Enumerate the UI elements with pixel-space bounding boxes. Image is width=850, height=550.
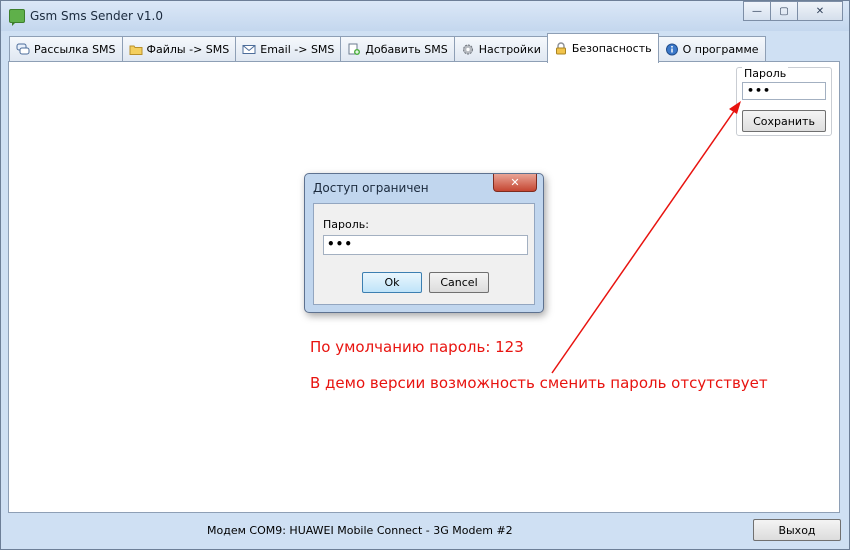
dialog-close-button[interactable]: ✕ — [493, 174, 537, 192]
lock-icon — [554, 42, 568, 55]
app-sms-icon — [9, 9, 25, 26]
tab-strip: Рассылка SMS Файлы -> SMS Email -> SMS Д… — [9, 33, 766, 63]
tab-mass-sms[interactable]: Рассылка SMS — [9, 36, 123, 62]
envelope-icon — [242, 43, 256, 56]
folder-icon — [129, 43, 143, 56]
tab-email-sms[interactable]: Email -> SMS — [235, 36, 342, 62]
tab-security[interactable]: Безопасность — [546, 33, 659, 63]
modem-status: Модем COM9: HUAWEI Mobile Connect - 3G M… — [207, 524, 513, 537]
minimize-button[interactable]: — — [743, 1, 771, 21]
tab-label: Настройки — [478, 43, 541, 56]
dialog-password-label: Пароль: — [323, 218, 369, 231]
tab-files-sms[interactable]: Файлы -> SMS — [121, 36, 237, 62]
cancel-button[interactable]: Cancel — [429, 272, 489, 293]
password-legend: Пароль — [742, 67, 789, 80]
tab-label: Файлы -> SMS — [146, 43, 230, 56]
chat-bubbles-icon — [16, 43, 30, 56]
exit-button[interactable]: Выход — [753, 519, 841, 541]
tab-label: О программе — [682, 43, 759, 56]
dialog-title: Доступ ограничен — [313, 181, 429, 195]
tab-about[interactable]: О программе — [657, 36, 766, 62]
tab-label: Добавить SMS — [365, 43, 448, 56]
dialog-body: Пароль: ••• Ok Cancel — [313, 203, 535, 305]
title-bar: Gsm Sms Sender v1.0 — ▢ ✕ — [1, 1, 849, 31]
maximize-button[interactable]: ▢ — [771, 1, 798, 21]
dialog-password-input[interactable]: ••• — [323, 235, 528, 255]
ok-button[interactable]: Ok — [362, 272, 422, 293]
tab-label: Email -> SMS — [260, 43, 335, 56]
access-denied-dialog: Доступ ограничен ✕ Пароль: ••• Ok Cancel — [304, 173, 544, 313]
tab-label: Безопасность — [571, 42, 652, 55]
add-document-icon — [347, 43, 361, 56]
tab-label: Рассылка SMS — [34, 43, 116, 56]
gear-icon — [461, 43, 475, 56]
password-field[interactable]: ••• — [742, 82, 826, 100]
close-button[interactable]: ✕ — [798, 1, 843, 21]
window-title: Gsm Sms Sender v1.0 — [30, 9, 163, 23]
window-controls: — ▢ ✕ — [743, 1, 843, 21]
info-icon — [665, 43, 679, 56]
demo-notice: В демо версии возможность сменить пароль… — [310, 374, 768, 392]
tab-settings[interactable]: Настройки — [453, 36, 548, 62]
save-button[interactable]: Сохранить — [742, 110, 826, 132]
default-password-note: По умолчанию пароль: 123 — [310, 338, 524, 356]
status-bar: Модем COM9: HUAWEI Mobile Connect - 3G M… — [9, 517, 841, 543]
tab-add-sms[interactable]: Добавить SMS — [340, 36, 455, 62]
